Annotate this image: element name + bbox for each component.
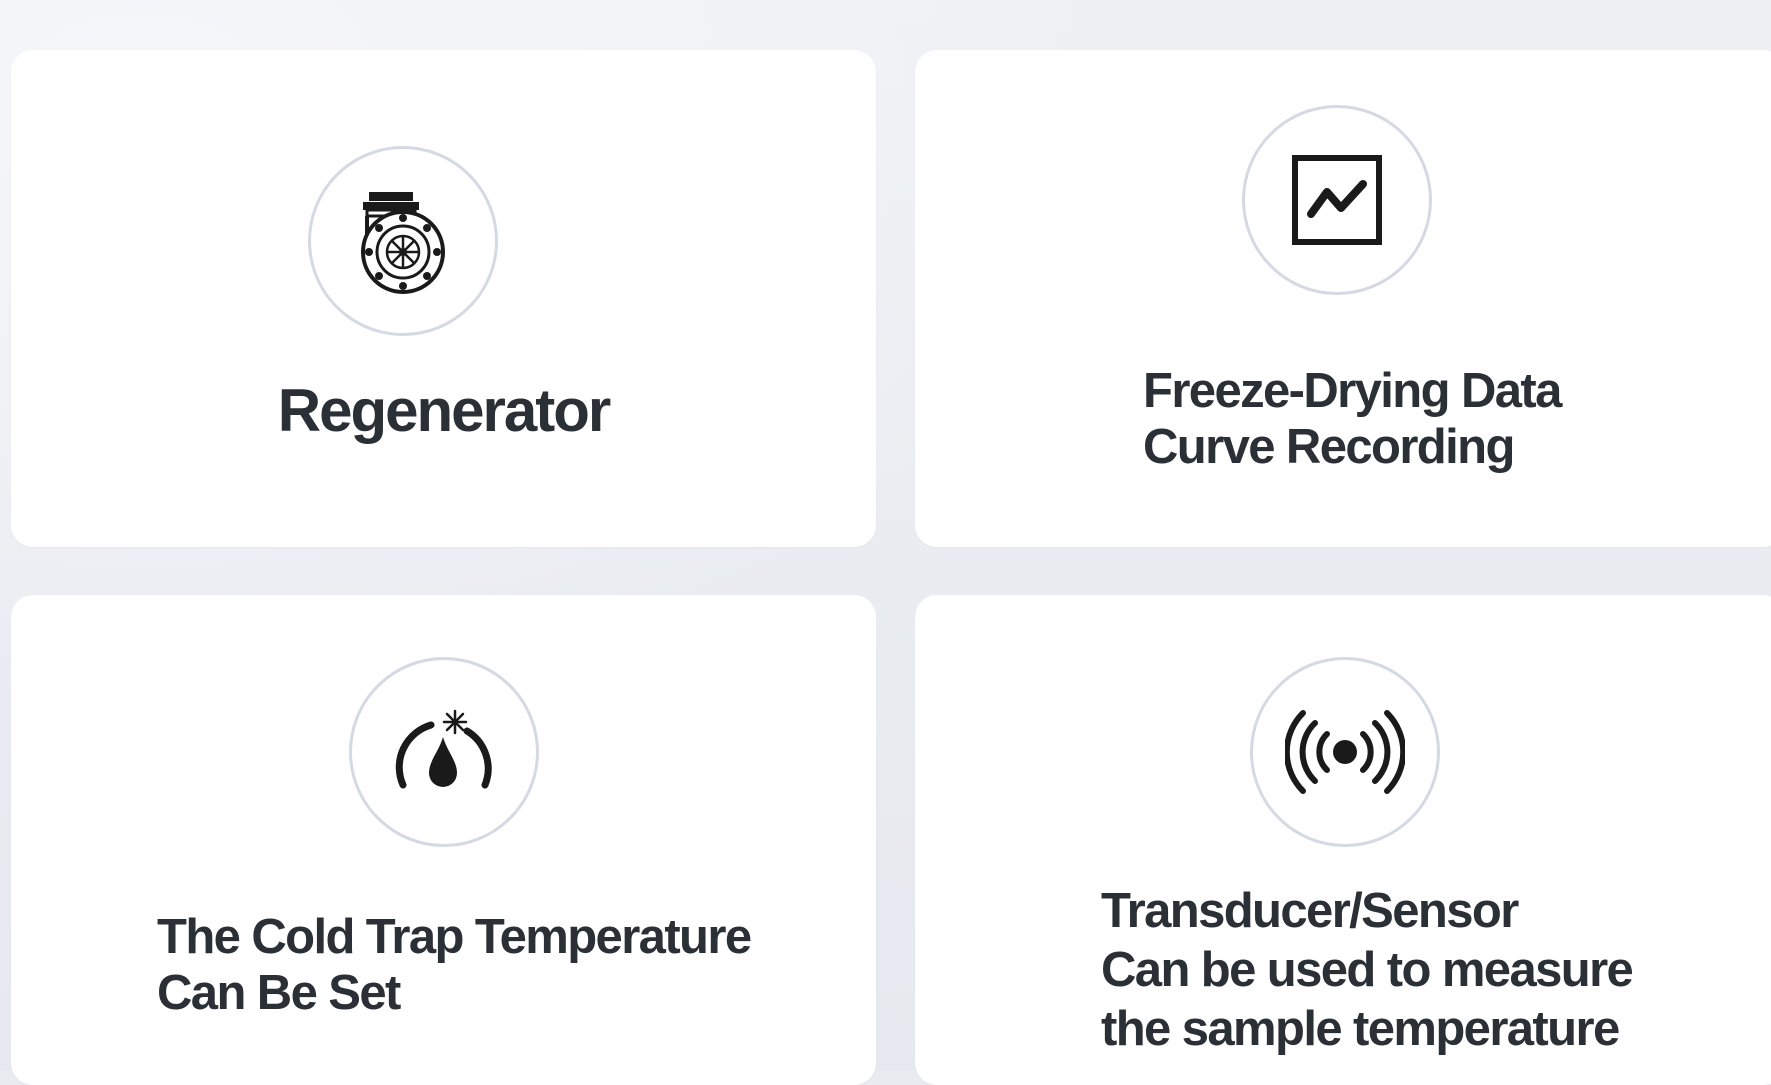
feature-label: Freeze-Drying Data Curve Recording [1143, 364, 1562, 474]
data-curve-icon [1292, 155, 1382, 245]
sensor-signal-icon [1285, 710, 1405, 794]
regenerator-icon [361, 192, 445, 294]
feature-card-data-curve: Freeze-Drying Data Curve Recording [915, 50, 1771, 547]
icon-ring [1242, 105, 1432, 295]
icon-ring [349, 657, 539, 847]
icon-ring [1250, 657, 1440, 847]
feature-label: The Cold Trap Temperature Can Be Set [157, 910, 752, 1020]
feature-label: Transducer/Sensor Can be used to measure… [1101, 884, 1634, 1056]
feature-label: Regenerator [277, 377, 611, 444]
feature-card-sensor: Transducer/Sensor Can be used to measure… [915, 595, 1771, 1085]
feature-card-cold-trap: The Cold Trap Temperature Can Be Set [11, 595, 876, 1085]
feature-card-regenerator: Regenerator [11, 50, 876, 547]
cold-trap-gauge-icon [395, 709, 492, 789]
icon-ring [308, 146, 498, 336]
